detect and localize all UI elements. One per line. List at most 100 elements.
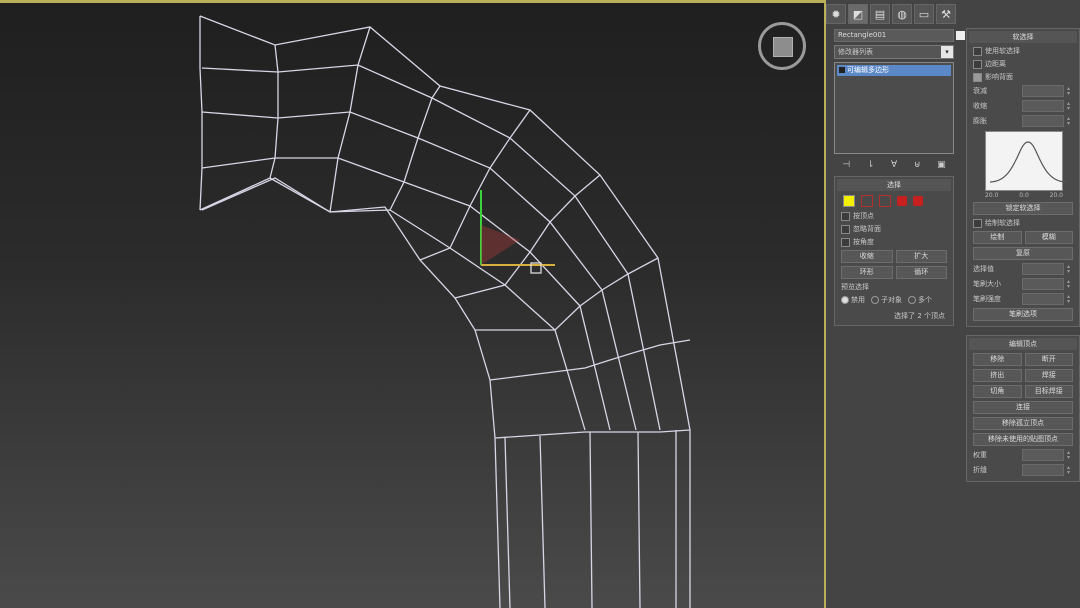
spinner-arrows-icon[interactable]: ▴ ▾ — [1067, 450, 1073, 461]
motion-icon[interactable]: ◍ — [892, 4, 912, 24]
paint-blur-row: 绘制 模糊 — [973, 231, 1073, 244]
remove-modifier-icon[interactable]: ⊎ — [914, 160, 921, 170]
remove-break-row: 移除 断开 — [973, 353, 1073, 366]
graph-tick: 0.0 — [1019, 192, 1029, 199]
lock-soft-row: 锁定软选择 — [973, 202, 1073, 215]
spinner-value[interactable] — [1022, 293, 1064, 305]
brush-size-spinner[interactable]: 笔刷大小 ▴ ▾ — [973, 278, 1073, 290]
preview-subobject-radio[interactable]: 子对象 — [871, 295, 902, 305]
edit-vertices-title[interactable]: 编辑顶点 — [969, 338, 1077, 350]
checkbox-box — [841, 224, 850, 234]
extrude-weld-row: 挤出 焊接 — [973, 369, 1073, 382]
spinner-arrows-icon[interactable]: ▴ ▾ — [1067, 101, 1073, 112]
pinch-spinner[interactable]: 收缩 ▴ ▾ — [973, 100, 1073, 112]
3d-viewport[interactable] — [0, 0, 826, 608]
pin-stack-icon[interactable]: ⊣ — [842, 160, 850, 170]
grow-button[interactable]: 扩大 — [895, 250, 947, 263]
spinner-arrows-icon[interactable]: ▴ ▾ — [1067, 86, 1073, 97]
edge-mode-icon[interactable] — [861, 195, 873, 207]
checkbox-label: 按顶点 — [853, 212, 874, 220]
selection-rollout: 选择 按顶点 忽略背面 按角度 收缩 扩大 环形 循环 预览选择 禁用 子对象 … — [834, 176, 954, 326]
blur-button[interactable]: 模糊 — [1024, 231, 1073, 244]
element-mode-icon[interactable] — [913, 196, 923, 206]
modifier-list-dropdown[interactable]: 修改器列表 ▾ — [834, 45, 954, 59]
spinner-value[interactable] — [1022, 85, 1064, 97]
extrude-button[interactable]: 挤出 — [973, 369, 1022, 382]
preview-disabled-radio[interactable]: 禁用 — [841, 295, 865, 305]
soft-selection-rollout: 软选择 使用软选择 边距离 影响背面 衰减 ▴ ▾ 收缩 ▴ ▾ 膨胀 ▴ ▾ 20.0 0… — [966, 28, 1080, 327]
modify-panel-column: Rectangle001 修改器列表 ▾ 可编辑多边形 ⊣ ⇂ ∀ ⊎ ▣ 选择… — [830, 26, 965, 332]
create-icon[interactable]: ✹ — [826, 4, 846, 24]
utilities-icon[interactable]: ⚒ — [936, 4, 956, 24]
show-end-result-icon[interactable]: ⇂ — [867, 160, 875, 170]
selection-value-spinner[interactable]: 选择值 ▴ ▾ — [973, 263, 1073, 275]
checkbox-label: 绘制软选择 — [985, 219, 1020, 227]
spinner-arrows-icon[interactable]: ▴ ▾ — [1067, 264, 1073, 275]
spinner-arrows-icon[interactable]: ▴ ▾ — [1067, 116, 1073, 127]
spinner-value[interactable] — [1022, 449, 1064, 461]
spinner-label: 权重 — [973, 451, 987, 459]
soft-selection-title[interactable]: 软选择 — [969, 31, 1077, 43]
modify-icon[interactable]: ◩ — [848, 4, 868, 24]
shrink-button[interactable]: 收缩 — [841, 250, 893, 263]
selection-rollout-title[interactable]: 选择 — [837, 179, 951, 191]
weld-button[interactable]: 焊接 — [1024, 369, 1073, 382]
weight-spinner[interactable]: 权重 ▴ ▾ — [973, 449, 1073, 461]
break-button[interactable]: 断开 — [1024, 353, 1073, 366]
object-color-swatch[interactable] — [956, 31, 965, 40]
ring-loop-row: 环形 循环 — [841, 266, 947, 279]
command-panel-tabs: ✹ ◩ ▤ ◍ ▭ ⚒ — [826, 4, 960, 26]
object-name-text: Rectangle001 — [838, 31, 887, 39]
object-name-field[interactable]: Rectangle001 — [834, 29, 965, 42]
checkbox-label: 边距离 — [985, 60, 1006, 68]
revert-button[interactable]: 复原 — [973, 247, 1073, 260]
stack-item-editable-poly[interactable]: 可编辑多边形 — [837, 65, 951, 76]
lightbulb-icon[interactable] — [839, 67, 845, 73]
chamfer-button[interactable]: 切角 — [973, 385, 1022, 398]
spinner-label: 笔刷大小 — [973, 280, 1001, 288]
brush-options-row: 笔刷选项 — [973, 308, 1073, 321]
brush-options-button[interactable]: 笔刷选项 — [973, 308, 1073, 321]
remove-button[interactable]: 移除 — [973, 353, 1022, 366]
edge-distance-checkbox[interactable]: 边距离 — [973, 59, 1073, 69]
spinner-label: 衰减 — [973, 87, 987, 95]
by-vertex-checkbox[interactable]: 按顶点 — [841, 211, 947, 221]
falloff-spinner[interactable]: 衰减 ▴ ▾ — [973, 85, 1073, 97]
spinner-value[interactable] — [1022, 278, 1064, 290]
border-mode-icon[interactable] — [879, 195, 891, 207]
target-weld-button[interactable]: 目标焊接 — [1024, 385, 1073, 398]
spinner-value[interactable] — [1022, 263, 1064, 275]
hierarchy-icon[interactable]: ▤ — [870, 4, 890, 24]
spinner-arrows-icon[interactable]: ▴ ▾ — [1067, 279, 1073, 290]
ring-button[interactable]: 环形 — [841, 266, 893, 279]
remove-isolated-button[interactable]: 移除孤立顶点 — [973, 417, 1073, 430]
preview-multi-radio[interactable]: 多个 — [908, 295, 932, 305]
affect-backfacing-checkbox[interactable]: 影响背面 — [973, 72, 1073, 82]
spinner-arrows-icon[interactable]: ▴ ▾ — [1067, 294, 1073, 305]
graph-tick: 20.0 — [1049, 192, 1063, 199]
bubble-spinner[interactable]: 膨胀 ▴ ▾ — [973, 115, 1073, 127]
use-soft-selection-checkbox[interactable]: 使用软选择 — [973, 46, 1073, 56]
lock-soft-selection-button[interactable]: 锁定软选择 — [973, 202, 1073, 215]
spinner-value[interactable] — [1022, 464, 1064, 476]
brush-strength-spinner[interactable]: 笔刷强度 ▴ ▾ — [973, 293, 1073, 305]
graph-ticks: 20.0 0.0 20.0 — [985, 192, 1063, 199]
crease-spinner[interactable]: 折缝 ▴ ▾ — [973, 464, 1073, 476]
viewcube-icon[interactable] — [758, 22, 806, 70]
chevron-down-icon: ▾ — [941, 46, 953, 58]
remove-unused-map-button[interactable]: 移除未使用的贴图顶点 — [973, 433, 1073, 446]
make-unique-icon[interactable]: ∀ — [891, 160, 897, 170]
configure-modifier-sets-icon[interactable]: ▣ — [937, 160, 946, 170]
paint-button[interactable]: 绘制 — [973, 231, 1022, 244]
connect-button[interactable]: 连接 — [973, 401, 1073, 414]
ignore-backfacing-checkbox[interactable]: 忽略背面 — [841, 224, 947, 234]
loop-button[interactable]: 循环 — [895, 266, 947, 279]
vertex-mode-icon[interactable] — [843, 195, 855, 207]
polygon-mode-icon[interactable] — [897, 196, 907, 206]
spinner-value[interactable] — [1022, 115, 1064, 127]
paint-soft-selection-checkbox[interactable]: 绘制软选择 — [973, 218, 1073, 228]
spinner-value[interactable] — [1022, 100, 1064, 112]
by-angle-checkbox[interactable]: 按角度 — [841, 237, 947, 247]
display-icon[interactable]: ▭ — [914, 4, 934, 24]
spinner-arrows-icon[interactable]: ▴ ▾ — [1067, 465, 1073, 476]
